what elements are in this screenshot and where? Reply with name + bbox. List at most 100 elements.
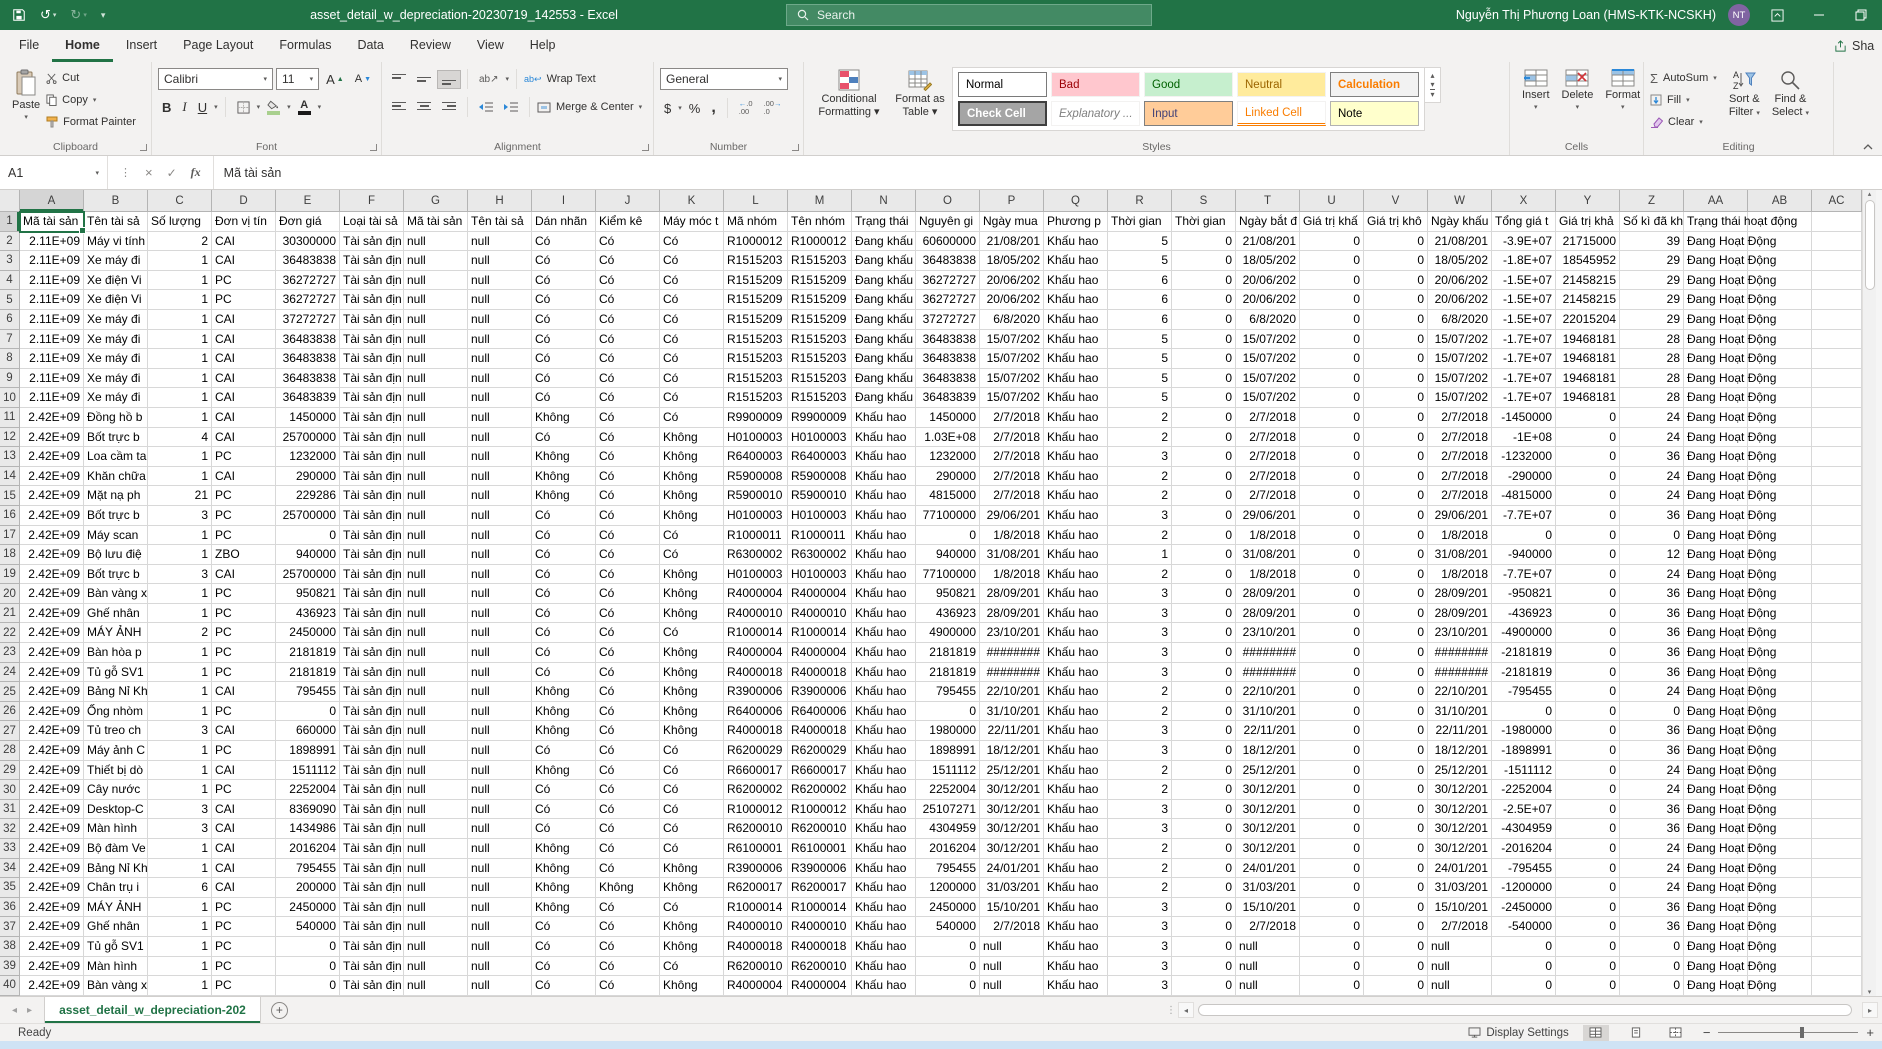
cell[interactable]: Đang Hoạt Động: [1684, 349, 1748, 369]
cell[interactable]: Tài sản địn: [340, 428, 404, 448]
cell[interactable]: 2/7/2018: [1236, 447, 1300, 467]
align-right-icon[interactable]: [438, 99, 460, 116]
cell[interactable]: Khấu hao: [1044, 467, 1108, 487]
cell[interactable]: 18/12/201: [980, 741, 1044, 761]
cell[interactable]: 5: [1108, 232, 1172, 252]
cell[interactable]: Có: [532, 976, 596, 996]
hscroll-right-icon[interactable]: ▸: [1862, 1002, 1878, 1018]
cell[interactable]: R6200010: [788, 819, 852, 839]
cell[interactable]: 0: [1172, 800, 1236, 820]
cell[interactable]: 30/12/201: [1236, 819, 1300, 839]
cell[interactable]: 1/8/2018: [1236, 565, 1300, 585]
collapse-ribbon-icon[interactable]: [1862, 143, 1874, 151]
cell[interactable]: R3900006: [724, 859, 788, 879]
row-header-17[interactable]: 17: [0, 526, 20, 546]
cell[interactable]: Đang khấu: [852, 330, 916, 350]
menu-tab-file[interactable]: File: [6, 30, 52, 62]
cell[interactable]: [1812, 800, 1862, 820]
cell[interactable]: R6200002: [788, 780, 852, 800]
cell[interactable]: 1/8/2018: [1428, 526, 1492, 546]
cell[interactable]: Có: [532, 584, 596, 604]
cell[interactable]: null: [468, 251, 532, 271]
cell[interactable]: 2.42E+09: [20, 976, 84, 996]
cell[interactable]: 1232000: [276, 447, 340, 467]
cell[interactable]: Có: [660, 349, 724, 369]
cell[interactable]: Khấu hao: [1044, 545, 1108, 565]
search-input[interactable]: Search: [786, 4, 1152, 26]
cell[interactable]: 0: [276, 702, 340, 722]
cell[interactable]: 30/12/201: [1236, 839, 1300, 859]
cell[interactable]: Tài sản địn: [340, 584, 404, 604]
cell[interactable]: Xe máy đi: [84, 310, 148, 330]
cell[interactable]: 1: [148, 251, 212, 271]
cell[interactable]: 24/01/201: [980, 859, 1044, 879]
cell[interactable]: Có: [532, 526, 596, 546]
cell[interactable]: 0: [1300, 859, 1364, 879]
cell[interactable]: 3: [1108, 917, 1172, 937]
increase-font-icon[interactable]: A▲: [322, 69, 348, 90]
cell[interactable]: Khấu hao: [852, 917, 916, 937]
row-header-25[interactable]: 25: [0, 682, 20, 702]
normal-view-icon[interactable]: [1583, 1025, 1609, 1041]
cell[interactable]: 2/7/2018: [980, 486, 1044, 506]
cell[interactable]: Có: [596, 604, 660, 624]
cell[interactable]: [1812, 467, 1862, 487]
cell[interactable]: Có: [596, 780, 660, 800]
cell[interactable]: 2/7/2018: [1236, 917, 1300, 937]
cell[interactable]: Khấu hao: [852, 878, 916, 898]
cell[interactable]: 0: [1172, 271, 1236, 291]
column-header-E[interactable]: E: [276, 190, 340, 212]
cell[interactable]: null: [404, 526, 468, 546]
cell[interactable]: -4304959: [1492, 819, 1556, 839]
cell[interactable]: Tài sản địn: [340, 408, 404, 428]
cell[interactable]: Không: [532, 447, 596, 467]
cell[interactable]: null: [980, 937, 1044, 957]
cell[interactable]: 2.42E+09: [20, 682, 84, 702]
cell[interactable]: Có: [532, 251, 596, 271]
cell[interactable]: 0: [1556, 565, 1620, 585]
cell[interactable]: Khấu hao: [852, 819, 916, 839]
cell[interactable]: Tài sản địn: [340, 761, 404, 781]
cell[interactable]: Tài sản địn: [340, 526, 404, 546]
formula-input[interactable]: Mã tài sản: [214, 156, 1882, 189]
cell[interactable]: 0: [1556, 408, 1620, 428]
cell[interactable]: 0: [1172, 506, 1236, 526]
borders-caret-icon[interactable]: ▾: [257, 103, 261, 111]
align-middle-icon[interactable]: [413, 71, 435, 88]
cell[interactable]: null: [468, 232, 532, 252]
cell[interactable]: Có: [532, 643, 596, 663]
cell[interactable]: 0: [1172, 388, 1236, 408]
cell[interactable]: Khấu hao: [1044, 819, 1108, 839]
cell[interactable]: Khấu hao: [1044, 682, 1108, 702]
cell[interactable]: null: [404, 369, 468, 389]
cell[interactable]: 0: [1172, 310, 1236, 330]
cell[interactable]: Khấu hao: [1044, 526, 1108, 546]
cell[interactable]: Có: [532, 428, 596, 448]
cell[interactable]: 25107271: [916, 800, 980, 820]
underline-button[interactable]: U: [194, 97, 211, 118]
row-header-23[interactable]: 23: [0, 643, 20, 663]
cell[interactable]: Đơn giá: [276, 212, 340, 232]
cell[interactable]: Khấu hao: [852, 957, 916, 977]
cell[interactable]: 36483838: [276, 369, 340, 389]
cell[interactable]: Tài sản địn: [340, 369, 404, 389]
cell[interactable]: 1: [148, 584, 212, 604]
cell[interactable]: null: [468, 702, 532, 722]
cell[interactable]: Không: [532, 898, 596, 918]
cell[interactable]: Có: [596, 584, 660, 604]
cell[interactable]: 20/06/202: [980, 290, 1044, 310]
cell[interactable]: Xe máy đi: [84, 349, 148, 369]
cell[interactable]: 0: [1364, 800, 1428, 820]
cell[interactable]: null: [404, 898, 468, 918]
row-header-9[interactable]: 9: [0, 369, 20, 389]
cell[interactable]: 6: [148, 878, 212, 898]
column-header-AB[interactable]: AB: [1748, 190, 1812, 212]
cell[interactable]: 0: [1364, 447, 1428, 467]
insert-cells-button[interactable]: Insert ▾: [1516, 67, 1556, 137]
cell[interactable]: 3: [1108, 663, 1172, 683]
cell[interactable]: null: [468, 526, 532, 546]
cell[interactable]: 0: [1172, 330, 1236, 350]
cell[interactable]: CAI: [212, 310, 276, 330]
cell[interactable]: R1515203: [788, 369, 852, 389]
cell[interactable]: 5: [1108, 369, 1172, 389]
